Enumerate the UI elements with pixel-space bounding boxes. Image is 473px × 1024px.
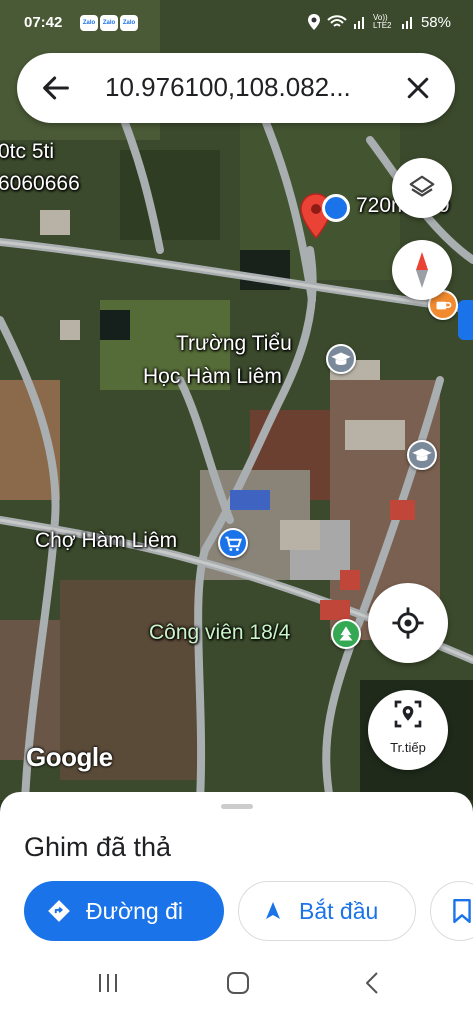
park-label[interactable]: Công viên 18/4 xyxy=(149,621,290,645)
location-status-icon xyxy=(307,14,320,30)
compass-icon xyxy=(416,252,428,288)
compass-button[interactable] xyxy=(392,240,452,300)
zalo-notification-icon: Zalo xyxy=(100,15,118,31)
map-label-partial-2: 6060666 xyxy=(0,172,80,195)
network-type-label: Vo)) LTE2 xyxy=(372,13,392,30)
my-location-button[interactable] xyxy=(368,583,448,663)
bookmark-icon xyxy=(453,898,471,924)
google-logo: Google xyxy=(26,742,113,772)
sheet-title: Ghim đã thả xyxy=(24,832,172,862)
layers-button[interactable] xyxy=(392,158,452,218)
school-poi-icon[interactable] xyxy=(326,344,356,374)
location-dot-icon xyxy=(322,194,350,222)
signal-icon xyxy=(353,17,364,29)
my-location-icon xyxy=(392,607,424,639)
start-button[interactable]: Bắt đầu xyxy=(238,881,416,941)
sheet-drag-handle[interactable] xyxy=(221,804,253,809)
search-query[interactable]: 10.976100,108.082... xyxy=(105,72,405,103)
street-view-icon xyxy=(394,700,422,728)
school-label-line1[interactable]: Trường Tiểu xyxy=(176,332,292,356)
market-poi-icon[interactable] xyxy=(218,528,248,558)
back-arrow-icon[interactable] xyxy=(39,71,73,105)
street-view-button[interactable]: Tr.tiếp xyxy=(368,690,448,770)
status-bar: 07:42 Zalo Zalo Zalo Vo)) LTE2 58% xyxy=(0,0,473,48)
school-poi-icon-2[interactable] xyxy=(407,440,437,470)
directions-icon xyxy=(48,900,70,922)
directions-button[interactable]: Đường đi xyxy=(24,881,224,941)
search-bar[interactable]: 10.976100,108.082... xyxy=(17,53,455,123)
close-icon[interactable] xyxy=(403,73,433,103)
start-label: Bắt đầu xyxy=(299,897,379,924)
recent-apps-icon[interactable] xyxy=(95,970,121,996)
status-time: 07:42 xyxy=(24,14,63,31)
market-label[interactable]: Chợ Hàm Liêm xyxy=(35,529,177,553)
wifi-icon xyxy=(327,15,347,27)
street-view-label: Tr.tiếp xyxy=(390,740,426,755)
battery-percent: 58% xyxy=(420,13,451,31)
park-poi-icon[interactable] xyxy=(331,619,361,649)
zalo-notification-icon: Zalo xyxy=(80,15,98,31)
layers-icon xyxy=(409,175,435,197)
directions-label: Đường đi xyxy=(86,897,183,924)
map-label-partial-1: 0tc 5ti xyxy=(0,140,55,163)
navigation-arrow-icon xyxy=(266,902,280,919)
home-icon[interactable] xyxy=(225,970,251,996)
school-label-line2[interactable]: Học Hàm Liêm xyxy=(143,365,282,389)
back-nav-icon[interactable] xyxy=(360,970,386,996)
partial-blue-marker xyxy=(458,300,473,340)
bottom-sheet[interactable]: Ghim đã thả Đường đi Bắt đầu xyxy=(0,792,473,1024)
save-button[interactable] xyxy=(430,881,473,941)
signal-icon-2 xyxy=(401,17,412,29)
system-nav-bar xyxy=(0,952,473,1024)
zalo-notification-icon: Zalo xyxy=(120,15,138,31)
